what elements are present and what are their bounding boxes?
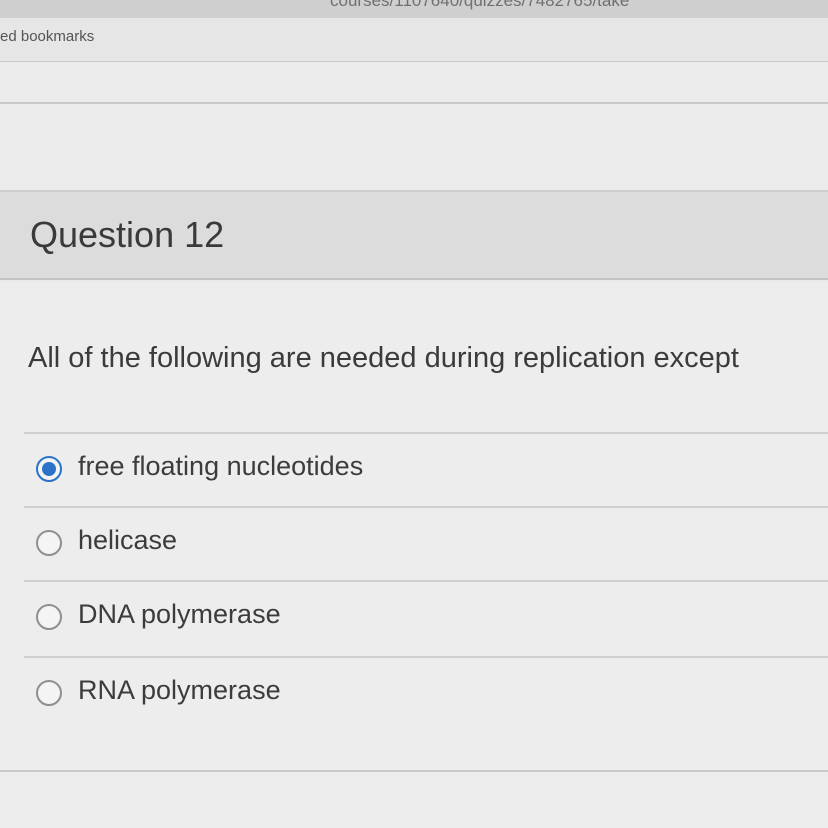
answer-option-3[interactable]: DNA polymerase — [24, 580, 828, 652]
quiz-page: courses/1107640/quizzes/7482765/take ed … — [0, 0, 828, 828]
answer-option-4[interactable]: RNA polymerase — [24, 656, 828, 728]
radio-selected-icon[interactable] — [36, 456, 62, 482]
divider — [0, 770, 828, 772]
radio-unselected-icon[interactable] — [36, 530, 62, 556]
other-bookmarks-link[interactable]: ed bookmarks — [0, 28, 94, 45]
question-title: Question 12 — [30, 214, 225, 255]
question-text: All of the following are needed during r… — [28, 342, 739, 374]
divider — [0, 102, 828, 104]
question-header: Question 12 — [0, 190, 828, 280]
answer-label: helicase — [78, 525, 178, 555]
answer-option-1[interactable]: free floating nucleotides — [24, 432, 828, 504]
radio-unselected-icon[interactable] — [36, 604, 62, 630]
answer-label: DNA polymerase — [78, 599, 281, 629]
bookmarks-bar: ed bookmarks — [0, 18, 828, 62]
content-top-area — [0, 62, 828, 190]
answer-option-2[interactable]: helicase — [24, 506, 828, 578]
radio-unselected-icon[interactable] — [36, 680, 62, 706]
question-body: All of the following are needed during r… — [0, 282, 828, 828]
address-bar[interactable]: courses/1107640/quizzes/7482765/take — [0, 0, 828, 18]
url-text: courses/1107640/quizzes/7482765/take — [330, 0, 630, 10]
answer-label: RNA polymerase — [78, 675, 281, 705]
answer-label: free floating nucleotides — [78, 451, 364, 481]
